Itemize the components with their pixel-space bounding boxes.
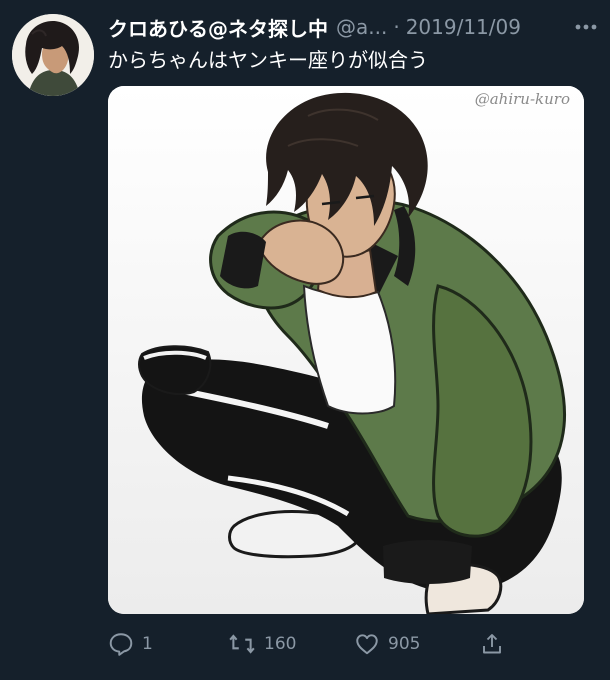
tweet-date[interactable]: 2019/11/09: [406, 15, 521, 39]
reply-action[interactable]: 1: [108, 628, 153, 660]
tweet-image[interactable]: @ahiru-kuro: [108, 86, 584, 614]
tweet-card[interactable]: クロあひる@ネタ探し中 @a... · 2019/11/09 からちゃんはヤンキ…: [0, 0, 610, 680]
separator-dot: ·: [393, 15, 400, 39]
character-illustration: [108, 86, 584, 614]
like-action[interactable]: 905: [354, 628, 420, 660]
like-count: 905: [388, 634, 421, 654]
share-action[interactable]: [480, 628, 504, 660]
tweet-text: からちゃんはヤンキー座りが似合う: [108, 48, 428, 72]
heart-icon[interactable]: [354, 631, 380, 657]
tweet-actions: 1 160 905: [108, 628, 508, 660]
retweet-icon[interactable]: [228, 631, 256, 657]
avatar[interactable]: [12, 14, 94, 96]
retweet-count: 160: [264, 634, 297, 654]
tweet-header: クロあひる@ネタ探し中 @a... · 2019/11/09: [108, 10, 600, 44]
display-name[interactable]: クロあひる@ネタ探し中: [108, 13, 328, 42]
reply-icon[interactable]: [108, 631, 134, 657]
user-handle[interactable]: @a...: [336, 15, 387, 39]
avatar-illustration: [12, 14, 94, 96]
share-icon[interactable]: [480, 631, 504, 657]
reply-count: 1: [142, 634, 153, 654]
retweet-action[interactable]: 160: [228, 628, 296, 660]
artist-watermark: @ahiru-kuro: [474, 90, 570, 108]
more-horizontal-icon[interactable]: [572, 13, 600, 41]
